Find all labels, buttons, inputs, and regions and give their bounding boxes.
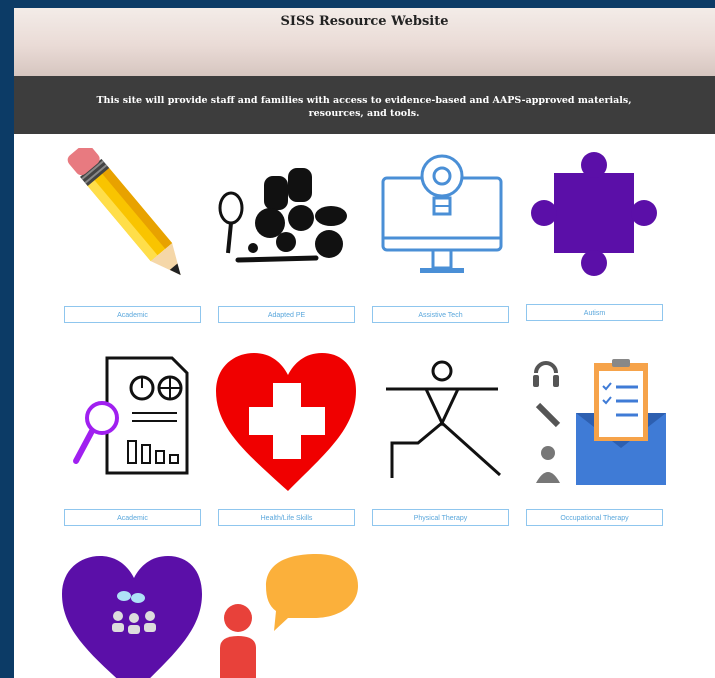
site-tagline: This site will provide staff and familie…	[96, 95, 632, 119]
tile-adapted-pe[interactable]: Adapted PE	[216, 148, 361, 328]
autism-button[interactable]: Autism	[526, 304, 663, 321]
tile-academic-2[interactable]: Academic	[62, 353, 207, 533]
health-heart-icon	[216, 353, 356, 491]
occupational-therapy-button[interactable]: Occupational Therapy	[526, 509, 663, 526]
assistive-tech-button[interactable]: Assistive Tech	[372, 306, 509, 323]
tile-health-life-skills[interactable]: Health/Life Skills	[216, 353, 361, 533]
physical-therapy-button[interactable]: Physical Therapy	[372, 509, 509, 526]
pencil-icon	[67, 148, 181, 276]
tile-occupational-therapy[interactable]: Occupational Therapy	[524, 353, 669, 533]
tile-speech-language[interactable]	[216, 546, 361, 678]
academic-2-button[interactable]: Academic	[64, 509, 201, 526]
sports-equipment-icon	[218, 168, 347, 263]
social-group-heart-icon	[62, 556, 202, 678]
stretching-figure-icon	[386, 360, 502, 478]
tile-assistive-tech[interactable]: Assistive Tech	[370, 148, 515, 328]
tile-social-emotional[interactable]	[62, 556, 207, 678]
adapted-pe-button[interactable]: Adapted PE	[218, 306, 355, 323]
academic-button[interactable]: Academic	[64, 306, 201, 323]
tile-academic[interactable]: Academic	[62, 148, 207, 328]
puzzle-piece-icon	[531, 152, 657, 276]
tile-physical-therapy[interactable]: Physical Therapy	[370, 353, 515, 533]
health-life-skills-button[interactable]: Health/Life Skills	[218, 509, 355, 526]
site-frame: SISS Resource Website This site will pro…	[14, 8, 715, 678]
clipboard-envelope-icon	[533, 359, 666, 485]
speech-bubble-person-icon	[220, 554, 358, 678]
tile-autism[interactable]: Autism	[524, 148, 669, 328]
site-title: SISS Resource Website	[280, 14, 449, 29]
computer-lightbulb-icon	[381, 154, 503, 273]
report-magnifier-icon	[73, 356, 189, 475]
